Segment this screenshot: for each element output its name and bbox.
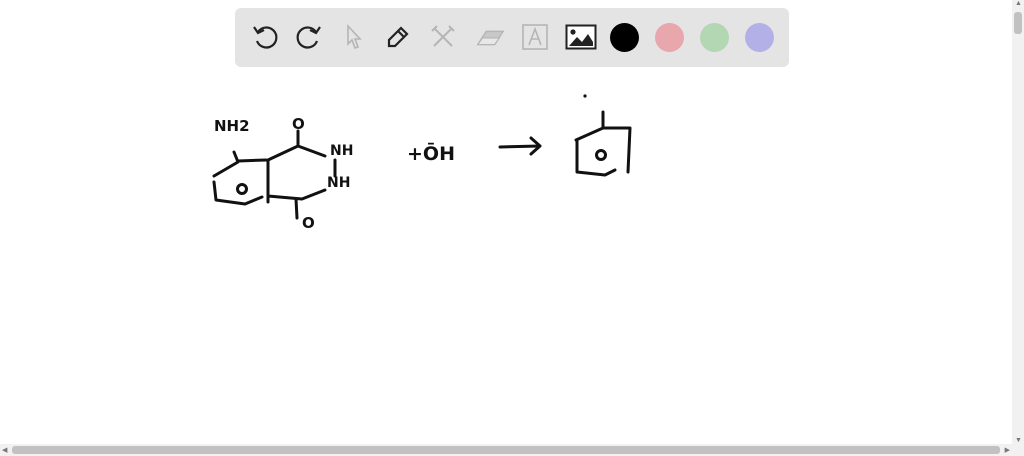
benzene-ring-left [212,150,268,206]
reaction-arrow [498,136,542,156]
dot-mark [583,94,587,98]
label-nh-bottom: NH [327,175,350,191]
label-plus-hydroxide: +ŌH [407,142,455,165]
vertical-scrollbar[interactable]: ▲ ▼ [1012,0,1024,444]
vertical-scroll-thumb[interactable] [1014,12,1022,34]
label-o-bottom: O [302,214,315,232]
scroll-up-icon[interactable]: ▲ [1015,0,1022,7]
scroll-right-icon[interactable]: ▶ [1005,446,1010,454]
label-nh2: NH2 [214,117,250,135]
horizontal-scroll-thumb[interactable] [12,446,1000,454]
scroll-left-icon[interactable]: ◀ [2,446,7,454]
ring-circle-left [236,183,248,195]
label-nh-top: NH [330,143,353,159]
scroll-down-icon[interactable]: ▼ [1015,437,1022,444]
drawing-canvas[interactable]: NH2 O NH NH O +ŌH [0,0,1010,444]
benzene-ring-right [574,110,632,177]
horizontal-scrollbar[interactable]: ◀ ▶ [0,444,1024,456]
ring-circle-right [595,149,607,161]
bonds [266,129,337,220]
label-o-top: O [292,115,305,133]
